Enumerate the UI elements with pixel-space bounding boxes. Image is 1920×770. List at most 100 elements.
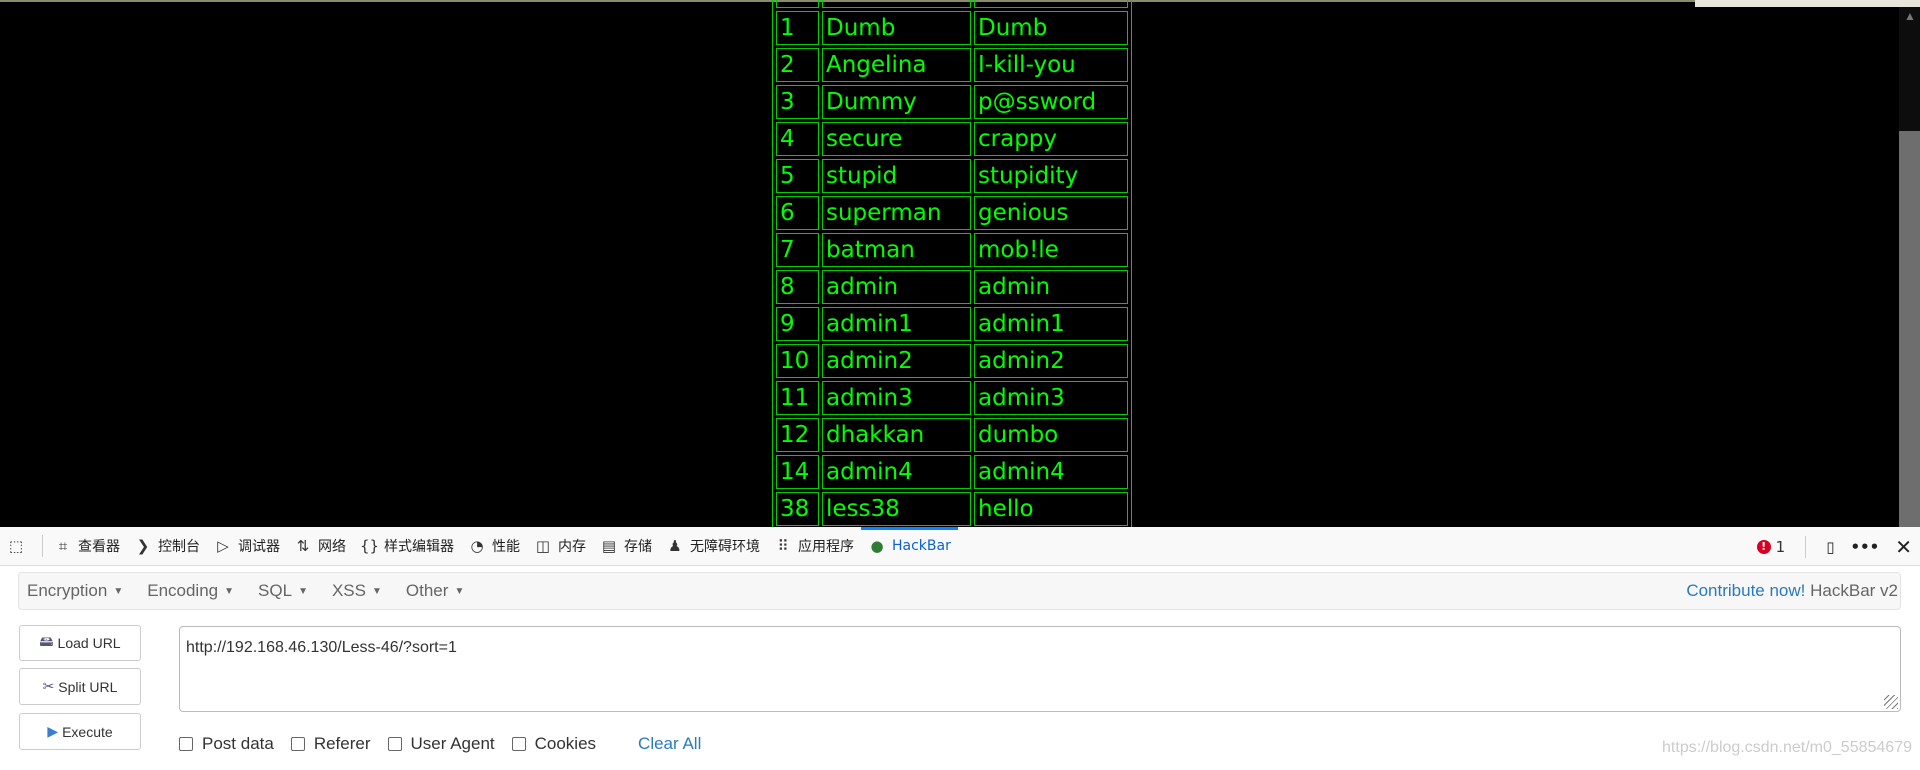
password-cell: p@ssword bbox=[974, 85, 1128, 119]
play-icon: ▶ bbox=[47, 723, 59, 739]
tab-label: 样式编辑器 bbox=[384, 539, 454, 555]
menu-label: Other bbox=[405, 581, 449, 600]
checkbox[interactable] bbox=[290, 737, 305, 751]
load-url-button[interactable]: 🖴 Load URL bbox=[19, 625, 141, 661]
username-cell: dhakkan bbox=[822, 418, 971, 452]
table-row: 38 less38 hello bbox=[776, 492, 1128, 526]
option-user-agent[interactable]: User Agent bbox=[387, 734, 495, 754]
results-table: 1 Dumb Dumb 2 Angelina I-kill-you 3 Dummy p@sswo… bbox=[772, 0, 1132, 527]
divider bbox=[42, 535, 43, 557]
style-editor-icon: {} bbox=[360, 537, 380, 555]
table-row: 11 admin3 admin3 bbox=[776, 381, 1128, 415]
table-row: 1 Dumb Dumb bbox=[776, 11, 1128, 45]
table-row: 10 admin2 admin2 bbox=[776, 344, 1128, 378]
tab-label: 存储 bbox=[624, 539, 652, 555]
debugger-icon: ▷ bbox=[217, 537, 229, 555]
header-cell bbox=[822, 0, 971, 8]
menu-sql[interactable]: SQL ▼ bbox=[258, 581, 308, 601]
id-cell: 5 bbox=[776, 159, 819, 193]
username-cell: admin3 bbox=[822, 381, 971, 415]
id-cell: 7 bbox=[776, 233, 819, 267]
caret-down-icon: ▼ bbox=[113, 585, 124, 597]
tab-debugger[interactable]: ▷ 调试器 bbox=[207, 527, 287, 566]
scrollbar-thumb[interactable] bbox=[1899, 131, 1920, 527]
error-icon: ! bbox=[1756, 539, 1771, 554]
tab-performance[interactable]: ◔ 性能 bbox=[461, 527, 527, 566]
id-cell: 38 bbox=[776, 492, 819, 526]
username-cell: admin1 bbox=[822, 307, 971, 341]
element-picker-button[interactable]: ⬚ bbox=[0, 527, 38, 566]
id-cell: 3 bbox=[776, 85, 819, 119]
tab-label: 应用程序 bbox=[798, 539, 854, 555]
split-url-button[interactable]: ✂ Split URL bbox=[19, 668, 141, 705]
menu-other[interactable]: Other ▼ bbox=[406, 581, 464, 601]
web-page-content: 1 Dumb Dumb 2 Angelina I-kill-you 3 Dummy p@sswo… bbox=[0, 0, 1920, 527]
header-cell bbox=[776, 0, 819, 8]
hackbar-options: Post data Referer User Agent Cookies Clear … bbox=[179, 734, 701, 754]
tab-inspector[interactable]: ⌗ 查看器 bbox=[47, 527, 127, 566]
checkbox[interactable] bbox=[387, 737, 402, 751]
tab-network[interactable]: ⇅ 网络 bbox=[287, 527, 353, 566]
checkbox[interactable] bbox=[179, 737, 193, 751]
responsive-design-icon[interactable]: ▯ bbox=[1826, 538, 1834, 556]
tab-application[interactable]: ⠿ 应用程序 bbox=[767, 527, 861, 566]
tab-console[interactable]: ❯ 控制台 bbox=[127, 527, 207, 566]
tab-label: 控制台 bbox=[158, 539, 200, 555]
password-cell: I-kill-you bbox=[974, 48, 1128, 82]
error-count-badge[interactable]: ! 1 bbox=[1756, 538, 1785, 556]
clear-all-link[interactable]: Clear All bbox=[638, 734, 701, 754]
url-text: http://192.168.46.130/Less-46/?sort=1 bbox=[186, 639, 457, 656]
inspector-icon: ⌗ bbox=[58, 537, 68, 555]
table-row: 7 batman mob!le bbox=[776, 233, 1128, 267]
password-cell: admin4 bbox=[974, 455, 1128, 489]
more-options-icon[interactable]: ••• bbox=[1850, 538, 1879, 556]
table-header-row bbox=[776, 0, 1128, 8]
username-cell: admin bbox=[822, 270, 971, 304]
contribute-link[interactable]: Contribute now! bbox=[1686, 581, 1805, 600]
url-textarea[interactable]: http://192.168.46.130/Less-46/?sort=1 bbox=[179, 626, 1901, 712]
tab-label: HackBar bbox=[892, 538, 951, 554]
tab-label: 无障碍环境 bbox=[690, 539, 760, 555]
close-icon[interactable]: ✕ bbox=[1895, 535, 1912, 559]
execute-button[interactable]: ▶ Execute bbox=[19, 713, 141, 750]
tab-label: 性能 bbox=[492, 539, 520, 555]
password-cell: mob!le bbox=[974, 233, 1128, 267]
option-post-data[interactable]: Post data bbox=[179, 734, 274, 754]
option-cookies[interactable]: Cookies bbox=[511, 734, 597, 754]
menu-xss[interactable]: XSS ▼ bbox=[332, 581, 382, 601]
header-cell bbox=[974, 0, 1128, 8]
page-scrollbar[interactable]: ▲ bbox=[1899, 7, 1920, 527]
checkbox[interactable] bbox=[511, 737, 526, 751]
table-row: 3 Dummy p@ssword bbox=[776, 85, 1128, 119]
tab-hackbar[interactable]: ● HackBar bbox=[861, 526, 958, 566]
table-row: 12 dhakkan dumbo bbox=[776, 418, 1128, 452]
username-cell: batman bbox=[822, 233, 971, 267]
username-cell: Angelina bbox=[822, 48, 971, 82]
tab-style-editor[interactable]: {} 样式编辑器 bbox=[353, 527, 461, 566]
tab-memory[interactable]: ◫ 内存 bbox=[527, 527, 593, 566]
password-cell: admin1 bbox=[974, 307, 1128, 341]
menu-encryption[interactable]: Encryption ▼ bbox=[27, 581, 123, 601]
password-cell: admin2 bbox=[974, 344, 1128, 378]
password-cell: stupidity bbox=[974, 159, 1128, 193]
console-icon: ❯ bbox=[136, 537, 150, 555]
memory-icon: ◫ bbox=[535, 537, 551, 555]
tab-accessibility[interactable]: ♟ 无障碍环境 bbox=[659, 527, 767, 566]
scroll-up-icon[interactable]: ▲ bbox=[1904, 9, 1916, 23]
performance-icon: ◔ bbox=[470, 537, 484, 555]
tab-storage[interactable]: ▤ 存储 bbox=[593, 527, 659, 566]
option-label: User Agent bbox=[410, 734, 495, 753]
option-referer[interactable]: Referer bbox=[290, 734, 371, 754]
watermark: https://blog.csdn.net/m0_55854679 bbox=[1662, 739, 1912, 756]
picker-icon: ⬚ bbox=[8, 537, 24, 555]
tab-label: 网络 bbox=[318, 539, 346, 555]
menu-encoding[interactable]: Encoding ▼ bbox=[147, 581, 234, 601]
option-label: Cookies bbox=[534, 734, 597, 753]
resize-grip[interactable] bbox=[1884, 695, 1898, 709]
tab-label: 调试器 bbox=[238, 539, 280, 555]
caret-down-icon: ▼ bbox=[298, 585, 308, 597]
tab-label: 查看器 bbox=[78, 539, 120, 555]
accessibility-icon: ♟ bbox=[668, 537, 682, 555]
devtools-toolbar: ⬚ ⌗ 查看器 ❯ 控制台 ▷ 调试器 ⇅ 网络 {} 样式编辑器 ◔ 性能 ◫ 内存 ▤ 存储 ♟ 无障碍环境 ⠿… bbox=[0, 526, 1920, 566]
network-icon: ⇅ bbox=[296, 537, 310, 555]
